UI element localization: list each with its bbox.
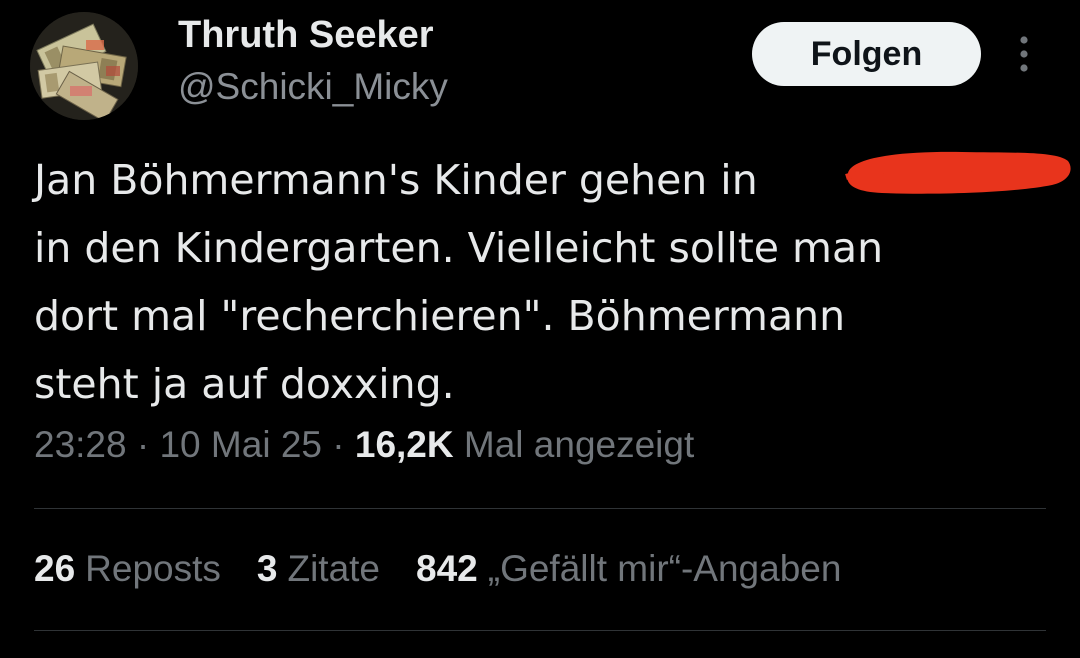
likes-stat[interactable]: 842 „Gefällt mir“-Angaben [416, 548, 841, 590]
views-count: 16,2K [354, 424, 454, 465]
author-display-name[interactable]: Thruth Seeker [178, 14, 434, 57]
avatar[interactable] [30, 12, 138, 120]
reposts-stat[interactable]: 26 Reposts [34, 548, 221, 590]
tweet-meta: 23:28 · 10 Mai 25 · 16,2K Mal angezeigt [34, 424, 694, 466]
views-label: Mal angezeigt [463, 424, 695, 465]
quotes-stat[interactable]: 3 Zitate [257, 548, 380, 590]
more-vertical-icon [1020, 36, 1028, 72]
reposts-count: 26 [34, 548, 76, 589]
redaction-scribble [842, 143, 1074, 199]
more-button[interactable] [1006, 32, 1042, 76]
meta-separator: · [126, 424, 160, 465]
follow-button[interactable]: Folgen [752, 22, 981, 86]
author-handle[interactable]: @Schicki_Micky [178, 66, 448, 108]
quotes-count: 3 [256, 548, 278, 589]
divider [34, 630, 1046, 631]
tweet-line: dort mal "recherchieren". Böhmermann [34, 292, 846, 340]
tweet-date[interactable]: 10 Mai 25 [159, 424, 322, 465]
tweet-line: steht ja auf doxxing. [34, 360, 455, 408]
quotes-label: Zitate [287, 548, 381, 589]
reposts-label: Reposts [85, 548, 221, 589]
divider [34, 508, 1046, 509]
likes-label: „Gefällt mir“-Angaben [487, 548, 842, 589]
likes-count: 842 [416, 548, 478, 589]
engagement-stats: 26 Reposts 3 Zitate 842 „Gefällt mir“-An… [34, 548, 841, 590]
tweet-line: in den Kindergarten. Vielleicht sollte m… [34, 224, 884, 272]
money-banknotes-avatar-icon [30, 12, 138, 120]
meta-separator: · [321, 424, 355, 465]
tweet-time[interactable]: 23:28 [34, 424, 127, 465]
